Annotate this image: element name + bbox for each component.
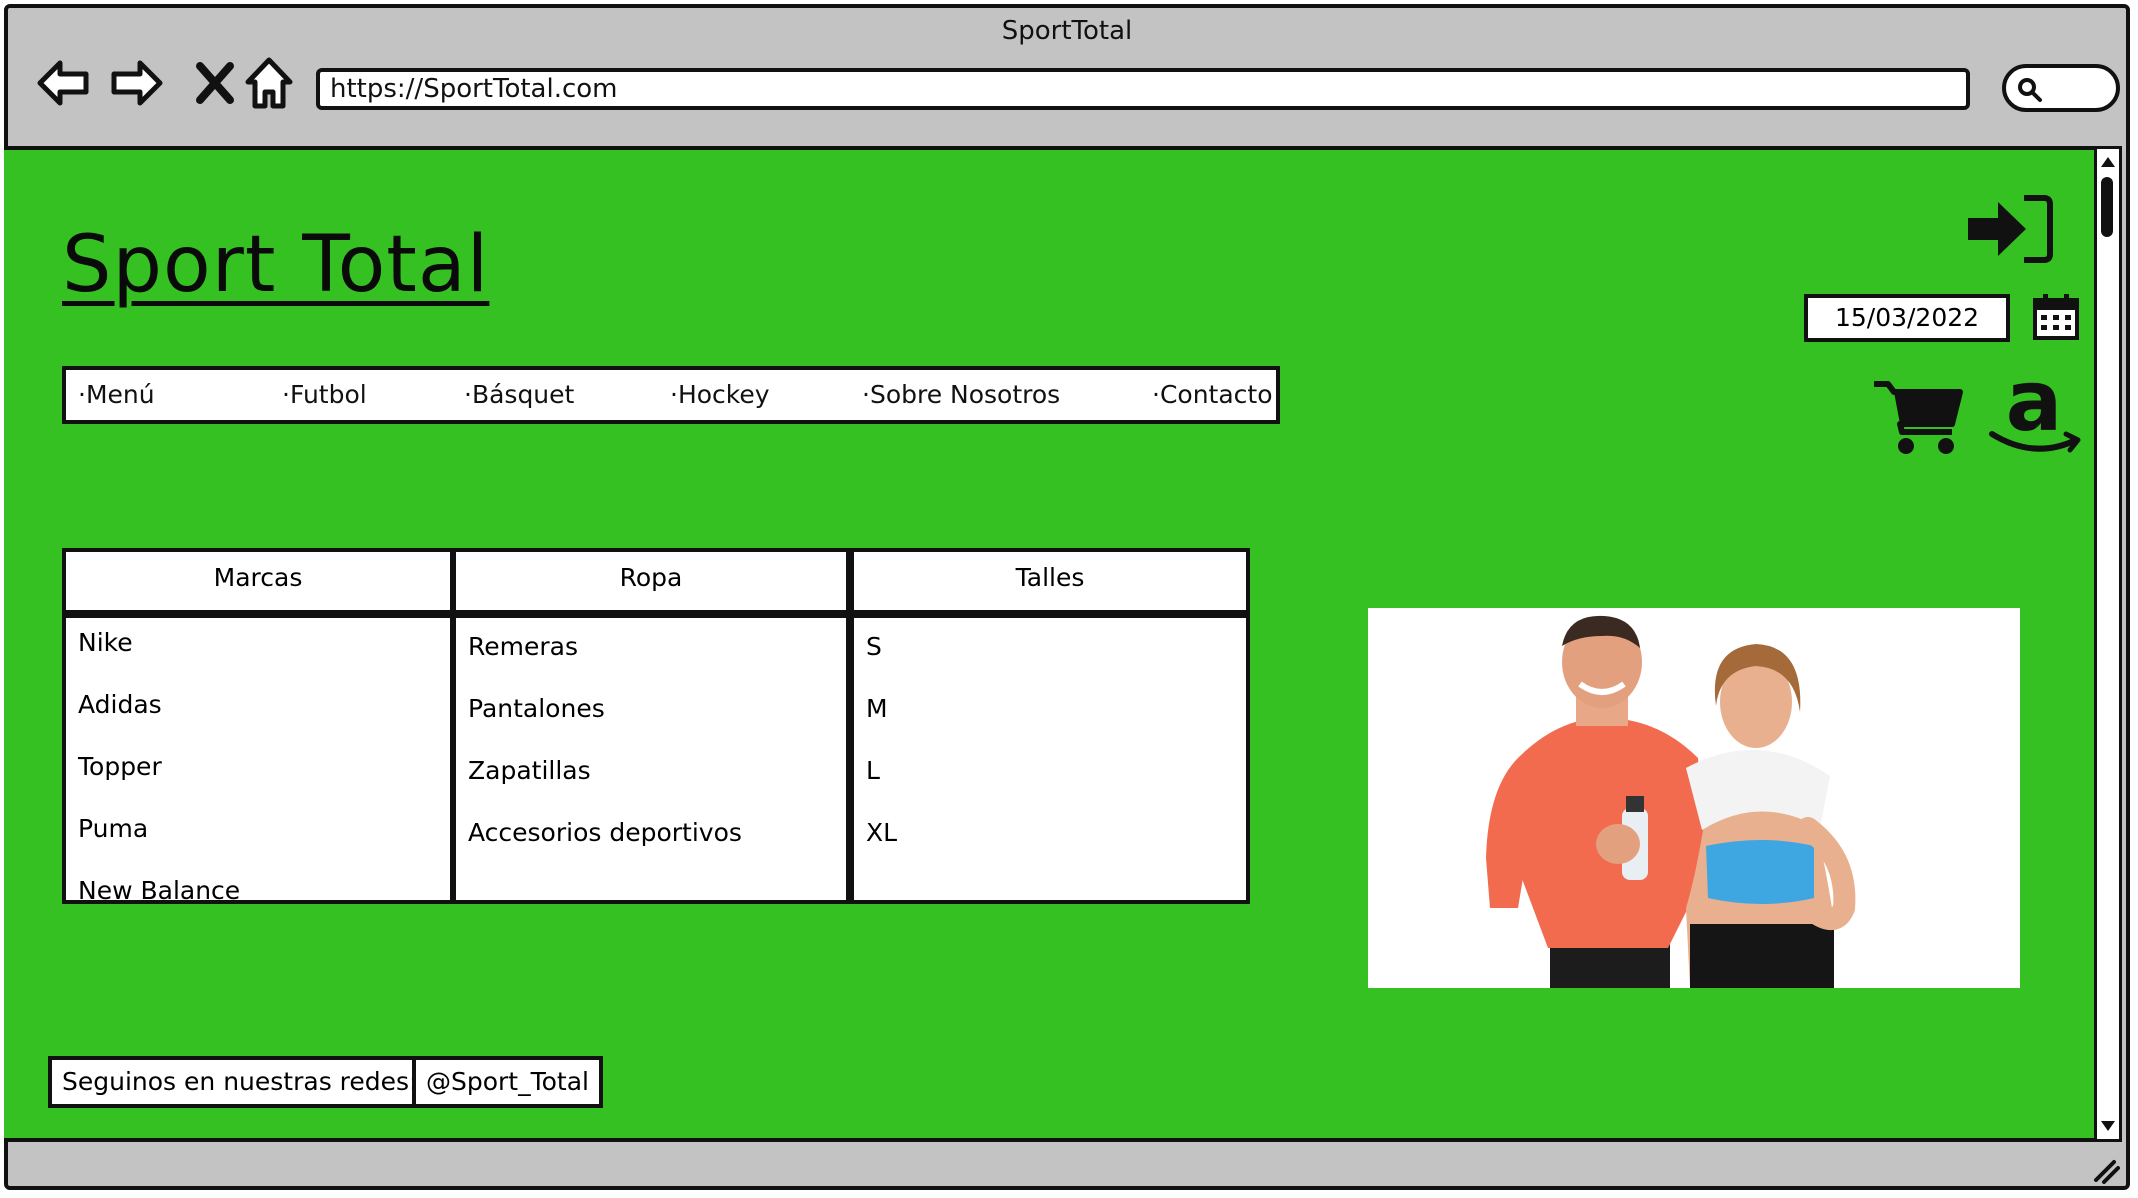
menu-item-menu[interactable]: ·Menú bbox=[78, 380, 155, 409]
talles-header: Talles bbox=[850, 548, 1250, 614]
ropa-header: Ropa bbox=[452, 548, 850, 614]
scroll-thumb[interactable] bbox=[2101, 177, 2113, 237]
back-arrow-icon[interactable] bbox=[34, 54, 92, 112]
list-item[interactable]: Remeras bbox=[468, 632, 578, 661]
search-icon bbox=[2018, 78, 2042, 102]
marcas-column: Marcas Nike Adidas Topper Puma New Balan… bbox=[62, 548, 454, 904]
address-bar[interactable]: https://SportTotal.com bbox=[316, 68, 1970, 110]
social-handle-link[interactable]: @Sport_Total bbox=[412, 1056, 604, 1108]
list-item[interactable]: Puma bbox=[78, 814, 148, 843]
marcas-list: Nike Adidas Topper Puma New Balance bbox=[62, 614, 454, 904]
amazon-logo-icon[interactable]: a bbox=[1984, 352, 2086, 464]
list-item[interactable]: M bbox=[866, 694, 888, 723]
athletes-illustration bbox=[1368, 608, 2020, 988]
sign-in-icon[interactable] bbox=[1964, 192, 2054, 266]
list-item[interactable]: Adidas bbox=[78, 690, 162, 719]
list-item[interactable]: New Balance bbox=[78, 876, 240, 900]
vertical-scrollbar[interactable] bbox=[2094, 146, 2122, 1142]
list-item[interactable]: Topper bbox=[78, 752, 162, 781]
menu-item-hockey[interactable]: ·Hockey bbox=[670, 380, 770, 409]
list-item[interactable]: XL bbox=[866, 818, 897, 847]
ropa-column: Ropa Remeras Pantalones Zapatillas Acces… bbox=[452, 548, 850, 904]
menu-item-sobre-nosotros[interactable]: ·Sobre Nosotros bbox=[862, 380, 1060, 409]
marcas-header: Marcas bbox=[62, 548, 454, 614]
date-field[interactable]: 15/03/2022 bbox=[1804, 294, 2010, 342]
browser-search-field[interactable] bbox=[2002, 64, 2120, 112]
athletes-photo bbox=[1368, 608, 2020, 988]
site-title[interactable]: Sport Total bbox=[62, 220, 489, 310]
talles-column: Talles S M L XL bbox=[850, 548, 1250, 904]
ropa-list: Remeras Pantalones Zapatillas Accesorios… bbox=[452, 614, 850, 904]
main-menu: ·Menú ·Futbol ·Básquet ·Hockey ·Sobre No… bbox=[62, 366, 1280, 424]
social-label: Seguinos en nuestras redes: bbox=[48, 1056, 432, 1108]
list-item[interactable]: Nike bbox=[78, 628, 133, 657]
scroll-up-icon[interactable] bbox=[2099, 153, 2117, 171]
window-title: SportTotal bbox=[1001, 16, 1133, 46]
list-item[interactable]: S bbox=[866, 632, 882, 661]
calendar-icon[interactable] bbox=[2032, 292, 2080, 342]
home-icon[interactable] bbox=[240, 54, 298, 112]
menu-item-futbol[interactable]: ·Futbol bbox=[282, 380, 367, 409]
talles-list: S M L XL bbox=[850, 614, 1250, 904]
close-icon[interactable] bbox=[186, 54, 244, 112]
page-content: Sport Total ·Menú ·Futbol ·Básquet ·Hock… bbox=[4, 146, 2094, 1142]
shopping-cart-icon[interactable] bbox=[1872, 378, 1964, 458]
list-item[interactable]: L bbox=[866, 756, 880, 785]
resize-grip-icon[interactable] bbox=[2090, 1156, 2122, 1184]
svg-text:a: a bbox=[2006, 364, 2063, 450]
list-item[interactable]: Zapatillas bbox=[468, 756, 591, 785]
scroll-down-icon[interactable] bbox=[2099, 1117, 2117, 1135]
menu-item-basquet[interactable]: ·Básquet bbox=[464, 380, 574, 409]
list-item[interactable]: Accesorios deportivos bbox=[468, 818, 742, 847]
list-item[interactable]: Pantalones bbox=[468, 694, 605, 723]
forward-arrow-icon[interactable] bbox=[108, 54, 166, 112]
menu-item-contacto[interactable]: ·Contacto bbox=[1152, 380, 1273, 409]
